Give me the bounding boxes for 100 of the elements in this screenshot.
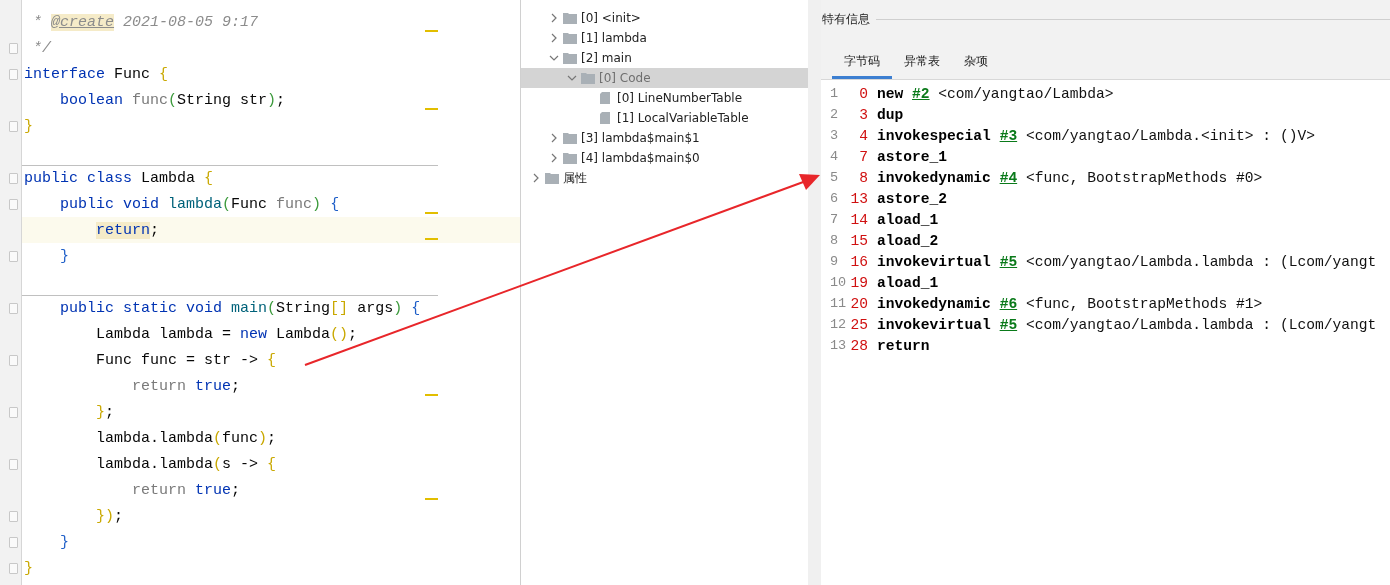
section-title: 特有信息 bbox=[822, 10, 870, 28]
file-icon bbox=[599, 92, 613, 104]
opcode: aload_1 bbox=[877, 274, 939, 291]
chevron-right-icon[interactable] bbox=[549, 153, 559, 163]
chevron-right-icon[interactable] bbox=[549, 13, 559, 23]
line-number: 11 bbox=[829, 296, 848, 311]
warning-marker[interactable] bbox=[425, 498, 438, 500]
chevron-down-icon[interactable] bbox=[567, 73, 577, 83]
chevron-down-icon[interactable] bbox=[549, 53, 559, 63]
tree-item[interactable]: [1] LocalVariableTable bbox=[617, 111, 749, 125]
opcode: aload_1 bbox=[877, 211, 939, 228]
tree-item[interactable]: [0] <init> bbox=[581, 11, 641, 25]
bytecode-offset: 7 bbox=[858, 148, 868, 165]
warning-marker[interactable] bbox=[425, 394, 438, 396]
fold-marker-icon[interactable] bbox=[9, 354, 18, 366]
opcode: astore_1 bbox=[877, 148, 948, 165]
opcode: invokedynamic bbox=[877, 295, 991, 312]
bytecode-offset: 8 bbox=[858, 169, 868, 186]
line-number: 12 bbox=[829, 317, 848, 332]
operand-text: <com/yangtao/Lambda.<init> : ()V> bbox=[1025, 127, 1315, 144]
warning-marker[interactable] bbox=[425, 30, 438, 32]
bytecode-offset: 28 bbox=[850, 337, 868, 354]
opcode: invokevirtual bbox=[877, 253, 991, 270]
code-line: } bbox=[24, 559, 33, 577]
code-line: }; bbox=[95, 403, 115, 421]
tree-item[interactable]: 属性 bbox=[563, 169, 587, 187]
code-line: lambda.lambda(func); bbox=[95, 429, 277, 447]
fold-marker-icon[interactable] bbox=[9, 510, 18, 522]
fold-marker-icon[interactable] bbox=[9, 458, 18, 470]
warning-marker[interactable] bbox=[425, 212, 438, 214]
line-number: 4 bbox=[829, 149, 840, 164]
fold-marker-icon[interactable] bbox=[9, 68, 18, 80]
code-line: public static void main(String[] args) { bbox=[59, 300, 421, 317]
folder-icon bbox=[545, 172, 559, 184]
tree-item[interactable]: [0] LineNumberTable bbox=[617, 91, 743, 105]
fold-marker-icon[interactable] bbox=[9, 120, 18, 132]
fold-marker-icon[interactable] bbox=[9, 406, 18, 418]
opcode: invokespecial bbox=[877, 127, 991, 144]
bytecode-offset: 20 bbox=[850, 295, 868, 312]
chevron-right-icon[interactable] bbox=[531, 173, 541, 183]
tree-item[interactable]: [1] lambda bbox=[581, 31, 647, 45]
code-line: lambda.lambda(s -> { bbox=[95, 455, 277, 473]
scrollbar-track[interactable] bbox=[808, 0, 821, 585]
code-line: Lambda lambda = new Lambda(); bbox=[95, 325, 358, 343]
fold-marker-icon[interactable] bbox=[9, 250, 18, 262]
code-line: return true; bbox=[131, 481, 241, 499]
constant-link[interactable]: #4 bbox=[999, 169, 1018, 186]
folder-icon bbox=[563, 52, 577, 64]
bytecode-offset: 3 bbox=[858, 106, 868, 123]
line-number: 7 bbox=[829, 212, 840, 227]
code-line: }); bbox=[95, 507, 124, 525]
line-number: 1 bbox=[829, 86, 840, 101]
code-line: * @create 2021-08-05 9:17 bbox=[32, 13, 259, 31]
bytecode-offset: 15 bbox=[850, 232, 868, 249]
line-number: 9 bbox=[829, 254, 840, 269]
code-line: } bbox=[59, 247, 70, 265]
folder-icon bbox=[563, 132, 577, 144]
bytecode-offset: 0 bbox=[858, 85, 868, 102]
bytecode-offset: 16 bbox=[850, 253, 868, 270]
constant-link[interactable]: #5 bbox=[999, 316, 1018, 333]
fold-marker-icon[interactable] bbox=[9, 302, 18, 314]
fold-marker-icon[interactable] bbox=[9, 536, 18, 548]
tree-item[interactable]: [3] lambda$main$1 bbox=[581, 131, 700, 145]
opcode: aload_2 bbox=[877, 232, 939, 249]
opcode: astore_2 bbox=[877, 190, 948, 207]
code-line: interface Func { bbox=[24, 65, 169, 83]
constant-link[interactable]: #6 bbox=[999, 295, 1018, 312]
bytecode-offset: 14 bbox=[850, 211, 868, 228]
tree-item[interactable]: [2] main bbox=[581, 51, 632, 65]
fold-marker-icon[interactable] bbox=[9, 562, 18, 574]
constant-link[interactable]: #2 bbox=[912, 85, 930, 102]
tree-item[interactable]: [4] lambda$main$0 bbox=[581, 151, 700, 165]
code-line: public class Lambda { bbox=[24, 170, 214, 187]
operand-text: <com/yangtao/Lambda> bbox=[938, 85, 1114, 102]
code-line: public void lambda(Func func) { bbox=[59, 195, 340, 213]
tree-item[interactable]: [0] Code bbox=[599, 71, 651, 85]
line-number: 3 bbox=[829, 128, 840, 143]
code-line: } bbox=[59, 533, 70, 551]
bytecode-offset: 4 bbox=[858, 127, 868, 144]
tab[interactable]: 异常表 bbox=[892, 48, 952, 79]
constant-link[interactable]: #3 bbox=[999, 127, 1018, 144]
line-number: 2 bbox=[829, 107, 840, 122]
line-number: 8 bbox=[829, 233, 840, 248]
fold-marker-icon[interactable] bbox=[9, 172, 18, 184]
warning-marker[interactable] bbox=[425, 238, 438, 240]
code-line: } bbox=[24, 117, 33, 135]
constant-link[interactable]: #5 bbox=[999, 253, 1018, 270]
line-number: 6 bbox=[829, 191, 840, 206]
fold-marker-icon[interactable] bbox=[9, 42, 18, 54]
opcode: invokedynamic bbox=[877, 169, 991, 186]
chevron-right-icon[interactable] bbox=[549, 133, 559, 143]
operand-text: <func, BootstrapMethods #1> bbox=[1025, 295, 1263, 312]
warning-marker[interactable] bbox=[425, 108, 438, 110]
line-number: 13 bbox=[829, 338, 848, 353]
code-line: */ bbox=[32, 39, 52, 57]
code-line: return true; bbox=[131, 377, 241, 395]
chevron-right-icon[interactable] bbox=[549, 33, 559, 43]
bytecode-offset: 25 bbox=[850, 316, 868, 333]
fold-marker-icon[interactable] bbox=[9, 198, 18, 210]
tab[interactable]: 杂项 bbox=[952, 48, 1000, 79]
